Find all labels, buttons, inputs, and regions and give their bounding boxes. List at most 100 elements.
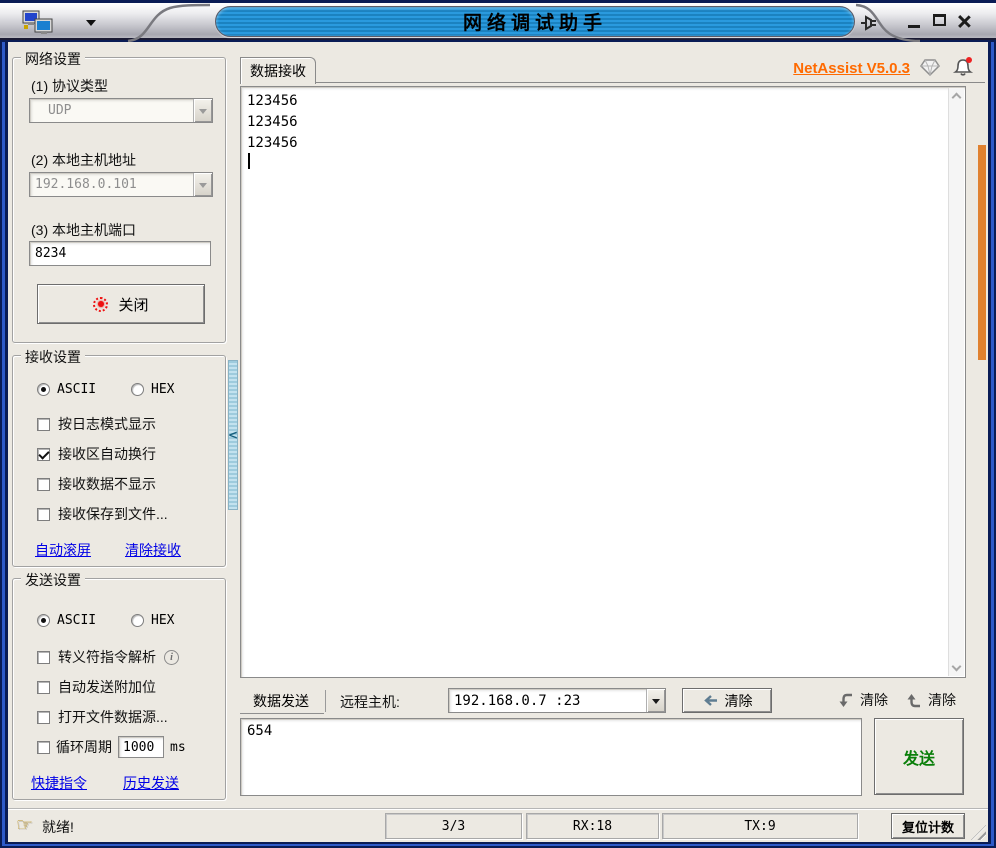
radio-icon[interactable] [131,383,144,396]
clear-receive-link[interactable]: 清除接收 [125,540,181,560]
receive-data-area[interactable]: 123456 123456 123456 [240,86,966,678]
receive-scrollbar[interactable] [948,88,964,676]
receive-line: 123456 [247,114,298,130]
send-data-input[interactable]: 654 [240,718,862,796]
local-address-label: (2) 本地主机地址 [31,152,136,168]
receive-hex-radio[interactable]: HEX [131,382,174,397]
receive-line: 123456 [247,93,298,109]
client-area: 网络设置 (1) 协议类型 UDP (2) 本地主机地址 192.168.0.1… [8,42,988,842]
receive-settings-group: 接收设置 ASCII HEX 按日志模式显示 接收区自动换行 接收数据不显示 接… [12,347,226,567]
auto-wrap-checkbox[interactable]: 接收区自动换行 [37,444,156,464]
left-arrow-icon [703,695,717,706]
network-settings-legend: 网络设置 [21,49,85,69]
bell-notification-icon[interactable] [952,56,976,83]
scroll-up-icon[interactable] [951,92,962,103]
receive-line: 123456 [247,135,298,151]
checkbox-icon[interactable] [37,507,50,521]
protocol-type-value: UDP [48,103,72,118]
checkbox-icon[interactable] [37,680,50,694]
version-link[interactable]: NetAssist V5.0.3 [788,60,910,77]
radio-icon[interactable] [131,614,144,627]
app-window: 网络调试助手 网络设置 (1) 协议类型 UDP (2) 本地主机地址 192.… [0,0,996,848]
tab-strip-divider [240,82,985,83]
scroll-down-icon[interactable] [951,661,962,672]
protocol-type-label: (1) 协议类型 [31,78,108,94]
combo-dropdown-arrow-icon[interactable] [193,99,212,122]
network-settings-group: 网络设置 (1) 协议类型 UDP (2) 本地主机地址 192.168.0.1… [12,49,226,343]
local-address-combo[interactable]: 192.168.0.101 [29,172,213,197]
reset-count-button[interactable]: 复位计数 [891,813,965,839]
frame-accent-bottom [2,844,994,846]
checkbox-icon[interactable] [37,417,50,431]
title-pill: 网络调试助手 [215,6,855,37]
text-caret [248,153,250,169]
clear-remote-button[interactable]: 清除 [682,688,772,713]
combo-dropdown-arrow-icon[interactable] [646,689,665,712]
clear-receive-area-button[interactable]: 清除 [836,690,888,710]
send-ascii-radio[interactable]: ASCII [37,613,96,628]
curved-up-arrow-icon [907,693,920,707]
maximize-icon[interactable] [933,14,946,26]
collapse-chevron-icon: < [227,428,239,442]
checkbox-icon[interactable] [37,447,50,461]
frame-accent-right [991,42,994,844]
send-history-link[interactable]: 历史发送 [123,773,179,793]
right-edge-scroll-thumb[interactable] [978,145,986,360]
titlebar[interactable]: 网络调试助手 [0,0,996,43]
tab-data-receive[interactable]: 数据接收 [240,57,316,84]
file-source-checkbox[interactable]: 打开文件数据源... [37,707,168,727]
connection-led-icon [93,296,109,312]
auto-append-checkbox[interactable]: 自动发送附加位 [37,677,156,697]
app-network-icon[interactable] [22,9,62,42]
radio-icon[interactable] [37,383,50,396]
local-port-input[interactable]: 8234 [29,241,211,266]
remote-host-value: 192.168.0.7 :23 [454,692,581,709]
curved-down-arrow-icon [839,693,852,707]
checkbox-icon[interactable] [37,650,50,664]
sidebar-collapse-handle[interactable]: < [228,360,238,510]
send-data-value: 654 [247,723,273,739]
radio-icon[interactable] [37,614,50,627]
remote-host-combo[interactable]: 192.168.0.7 :23 [448,688,666,713]
quick-commands-link[interactable]: 快捷指令 [31,773,87,793]
cycle-unit-label: ms [170,739,186,755]
combo-dropdown-arrow-icon[interactable] [193,173,212,196]
status-ready-text: 就绪! [42,819,74,835]
local-port-label: (3) 本地主机端口 [31,222,136,238]
close-connection-label: 关闭 [118,296,149,314]
gem-icon[interactable] [920,59,940,82]
escape-parse-checkbox[interactable]: 转义符指令解析 i [37,647,179,667]
close-connection-button[interactable]: 关闭 [37,284,205,324]
minimize-icon[interactable] [908,17,922,37]
local-address-value: 192.168.0.101 [35,177,137,192]
protocol-type-combo[interactable]: UDP [29,98,213,123]
receive-ascii-radio[interactable]: ASCII [37,382,96,397]
window-title: 网络调试助手 [462,13,607,34]
titlebar-menu-dropdown-arrow-icon[interactable] [86,20,96,31]
auto-scroll-link[interactable]: 自动滚屏 [35,540,91,560]
log-mode-checkbox[interactable]: 按日志模式显示 [37,414,156,434]
info-icon[interactable]: i [164,649,179,665]
pin-icon[interactable] [858,13,880,38]
frame-accent-left [2,42,5,844]
checkbox-icon[interactable] [37,740,50,754]
send-tab-divider [240,713,324,714]
send-tab-separator [325,690,326,712]
cycle-period-checkbox[interactable]: 循环周期 1000 ms [37,736,186,758]
close-icon[interactable] [957,14,971,28]
frame-count-panel: 3/3 [385,813,522,839]
send-hex-radio[interactable]: HEX [131,613,174,628]
save-to-file-checkbox[interactable]: 接收保存到文件... [37,504,168,524]
send-settings-legend: 发送设置 [21,570,85,590]
clear-send-area-button[interactable]: 清除 [904,690,956,710]
send-settings-group: 发送设置 ASCII HEX 转义符指令解析 i 自动发送附加位 打开文件数据源… [12,570,226,800]
resize-grip[interactable] [971,825,986,840]
send-button[interactable]: 发送 [874,718,964,795]
tab-data-send[interactable]: 数据发送 [240,688,322,714]
hide-received-checkbox[interactable]: 接收数据不显示 [37,474,156,494]
cycle-period-input[interactable]: 1000 [118,736,164,758]
tx-count-panel: TX:9 [662,813,858,839]
remote-host-label: 远程主机: [340,694,400,710]
checkbox-icon[interactable] [37,477,50,491]
checkbox-icon[interactable] [37,710,50,724]
